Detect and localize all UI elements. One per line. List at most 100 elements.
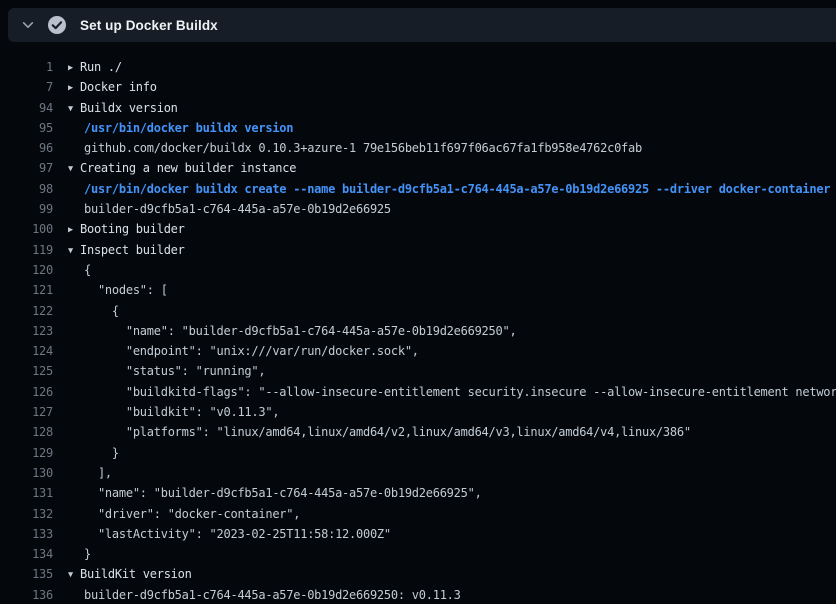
log-text: "platforms": "linux/amd64,linux/amd64/v2… (84, 425, 691, 439)
line-number[interactable]: 1 (0, 57, 53, 77)
line-number[interactable]: 97 (0, 158, 53, 178)
line-content[interactable]: ▼Inspect builder (53, 240, 836, 260)
line-content: ], (53, 463, 836, 483)
log-group-row[interactable]: 1▶Run ./ (0, 57, 836, 77)
log-row: 130 ], (0, 463, 836, 483)
triangle-right-icon: ▶ (68, 58, 80, 77)
log-row: 127 "buildkit": "v0.11.3", (0, 402, 836, 422)
line-content: "name": "builder-d9cfb5a1-c764-445a-a57e… (53, 483, 836, 503)
step-title: Set up Docker Buildx (80, 18, 218, 33)
line-number[interactable]: 133 (0, 524, 53, 544)
log-group-row[interactable]: 100▶Booting builder (0, 219, 836, 239)
triangle-right-icon: ▶ (68, 220, 80, 239)
line-number[interactable]: 127 (0, 402, 53, 422)
log-text: { (84, 263, 91, 277)
line-content[interactable]: ▼BuildKit version (53, 564, 836, 584)
log-text: "name": "builder-d9cfb5a1-c764-445a-a57e… (84, 486, 482, 500)
line-content: { (53, 301, 836, 321)
line-number[interactable]: 120 (0, 260, 53, 280)
log-text: Run ./ (80, 60, 122, 74)
line-number[interactable]: 122 (0, 301, 53, 321)
log-text: Docker info (80, 80, 157, 94)
log-group-row[interactable]: 7▶Docker info (0, 77, 836, 97)
log-container: 1▶Run ./7▶Docker info94▼Buildx version95… (0, 57, 836, 604)
line-number[interactable]: 99 (0, 199, 53, 219)
log-row: 124 "endpoint": "unix:///var/run/docker.… (0, 341, 836, 361)
log-text: "endpoint": "unix:///var/run/docker.sock… (84, 344, 419, 358)
log-text: ], (84, 466, 112, 480)
line-number[interactable]: 7 (0, 77, 53, 97)
line-number[interactable]: 121 (0, 280, 53, 300)
line-number[interactable]: 128 (0, 422, 53, 442)
line-number[interactable]: 123 (0, 321, 53, 341)
triangle-down-icon: ▼ (68, 565, 80, 584)
log-row: 136 builder-d9cfb5a1-c764-445a-a57e-0b19d… (0, 585, 836, 604)
triangle-right-icon: ▶ (68, 78, 80, 97)
log-text: "buildkit": "v0.11.3", (84, 405, 279, 419)
log-row: 126 "buildkitd-flags": "--allow-insecure… (0, 382, 836, 402)
check-circle-icon (48, 16, 66, 34)
line-content: "platforms": "linux/amd64,linux/amd64/v2… (53, 422, 836, 442)
line-number[interactable]: 134 (0, 544, 53, 564)
line-number[interactable]: 95 (0, 118, 53, 138)
line-content[interactable]: ▶Booting builder (53, 219, 836, 239)
line-content: } (53, 443, 836, 463)
triangle-down-icon: ▼ (68, 99, 80, 118)
actions-log-viewer: { "header": { "title": "Set up Docker Bu… (0, 0, 836, 604)
line-number[interactable]: 98 (0, 179, 53, 199)
line-number[interactable]: 136 (0, 585, 53, 604)
log-row: 96 github.com/docker/buildx 0.10.3+azure-… (0, 138, 836, 158)
log-text: "driver": "docker-container", (84, 507, 300, 521)
line-content: { (53, 260, 836, 280)
step-header[interactable]: Set up Docker Buildx (8, 8, 836, 42)
line-number[interactable]: 135 (0, 564, 53, 584)
log-row: 98/usr/bin/docker buildx create --name b… (0, 179, 836, 199)
line-content[interactable]: ▶Run ./ (53, 57, 836, 77)
line-number[interactable]: 94 (0, 98, 53, 118)
log-row: 121 "nodes": [ (0, 280, 836, 300)
line-content[interactable]: ▼Creating a new builder instance (53, 158, 836, 178)
line-number[interactable]: 126 (0, 382, 53, 402)
line-content: /usr/bin/docker buildx create --name bui… (53, 179, 836, 199)
line-content: github.com/docker/buildx 0.10.3+azure-1 … (53, 138, 836, 158)
log-text: builder-d9cfb5a1-c764-445a-a57e-0b19d2e6… (84, 202, 391, 216)
log-row: 120 { (0, 260, 836, 280)
line-content[interactable]: ▶Docker info (53, 77, 836, 97)
log-group-row[interactable]: 119▼Inspect builder (0, 240, 836, 260)
line-number[interactable]: 119 (0, 240, 53, 260)
log-text: github.com/docker/buildx 0.10.3+azure-1 … (84, 141, 642, 155)
log-text: /usr/bin/docker buildx create --name bui… (84, 182, 830, 196)
line-number[interactable]: 125 (0, 361, 53, 381)
log-text: Buildx version (80, 101, 178, 115)
line-number[interactable]: 132 (0, 504, 53, 524)
log-row: 133 "lastActivity": "2023-02-25T11:58:12… (0, 524, 836, 544)
log-group-row[interactable]: 135▼BuildKit version (0, 564, 836, 584)
log-group-row[interactable]: 97▼Creating a new builder instance (0, 158, 836, 178)
log-text: "name": "builder-d9cfb5a1-c764-445a-a57e… (84, 324, 516, 338)
log-text: "status": "running", (84, 364, 265, 378)
line-content: /usr/bin/docker buildx version (53, 118, 836, 138)
line-content: } (53, 544, 836, 564)
log-text: builder-d9cfb5a1-c764-445a-a57e-0b19d2e6… (84, 588, 461, 602)
log-text: "lastActivity": "2023-02-25T11:58:12.000… (84, 527, 391, 541)
log-row: 132 "driver": "docker-container", (0, 504, 836, 524)
line-content: "name": "builder-d9cfb5a1-c764-445a-a57e… (53, 321, 836, 341)
line-number[interactable]: 124 (0, 341, 53, 361)
log-row: 128 "platforms": "linux/amd64,linux/amd6… (0, 422, 836, 442)
line-number[interactable]: 96 (0, 138, 53, 158)
line-number[interactable]: 131 (0, 483, 53, 503)
log-row: 99 builder-d9cfb5a1-c764-445a-a57e-0b19d2… (0, 199, 836, 219)
log-text: /usr/bin/docker buildx version (84, 121, 293, 135)
log-text: Inspect builder (80, 243, 185, 257)
line-number[interactable]: 129 (0, 443, 53, 463)
log-group-row[interactable]: 94▼Buildx version (0, 98, 836, 118)
log-row: 95/usr/bin/docker buildx version (0, 118, 836, 138)
line-content[interactable]: ▼Buildx version (53, 98, 836, 118)
line-number[interactable]: 100 (0, 219, 53, 239)
line-number[interactable]: 130 (0, 463, 53, 483)
chevron-down-icon[interactable] (20, 17, 36, 33)
log-text: { (84, 304, 119, 318)
log-row: 123 "name": "builder-d9cfb5a1-c764-445a-… (0, 321, 836, 341)
log-text: "buildkitd-flags": "--allow-insecure-ent… (84, 385, 836, 399)
log-row: 122 { (0, 301, 836, 321)
